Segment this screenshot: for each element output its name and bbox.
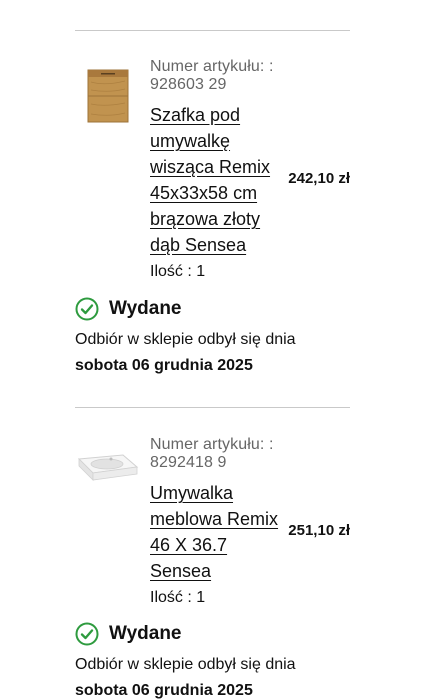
- article-number: Numer artykułu: : 8292418 9: [150, 436, 274, 471]
- status-label: Wydane: [109, 623, 182, 644]
- check-circle-icon: [75, 297, 99, 321]
- status-label: Wydane: [109, 298, 182, 319]
- item-status: Wydane Odbiór w sklepie odbył się dnia s…: [75, 296, 350, 375]
- product-link[interactable]: Umywalka meblowa Remix 46 X 36.7 Sensea: [150, 480, 285, 584]
- item-price: 251,10 zł: [288, 522, 350, 539]
- pickup-date: sobota 06 grudnia 2025: [75, 357, 253, 374]
- wooden-vanity-cabinet-image[interactable]: [75, 62, 140, 127]
- product-link[interactable]: Szafka pod umywalkę wisząca Remix 45x33x…: [150, 102, 285, 258]
- washbasin-image[interactable]: [75, 439, 140, 504]
- pickup-text: Odbiór w sklepie odbył się dnia: [75, 331, 296, 348]
- divider: [75, 407, 350, 408]
- pickup-text: Odbiór w sklepie odbył się dnia: [75, 656, 296, 673]
- item-details: Numer artykułu: : 8292418 9 Umywalka meb…: [150, 436, 285, 608]
- pickup-date: sobota 06 grudnia 2025: [75, 682, 253, 699]
- quantity: Ilość : 1: [150, 263, 206, 280]
- divider: [75, 30, 350, 31]
- article-number: Numer artykułu: : 928603 29: [150, 58, 274, 93]
- item-price: 242,10 zł: [288, 170, 350, 187]
- item-status: Wydane Odbiór w sklepie odbył się dnia s…: [75, 621, 350, 700]
- check-circle-icon: [75, 622, 99, 646]
- item-details: Numer artykułu: : 928603 29 Szafka pod u…: [150, 58, 285, 282]
- quantity: Ilość : 1: [150, 589, 206, 606]
